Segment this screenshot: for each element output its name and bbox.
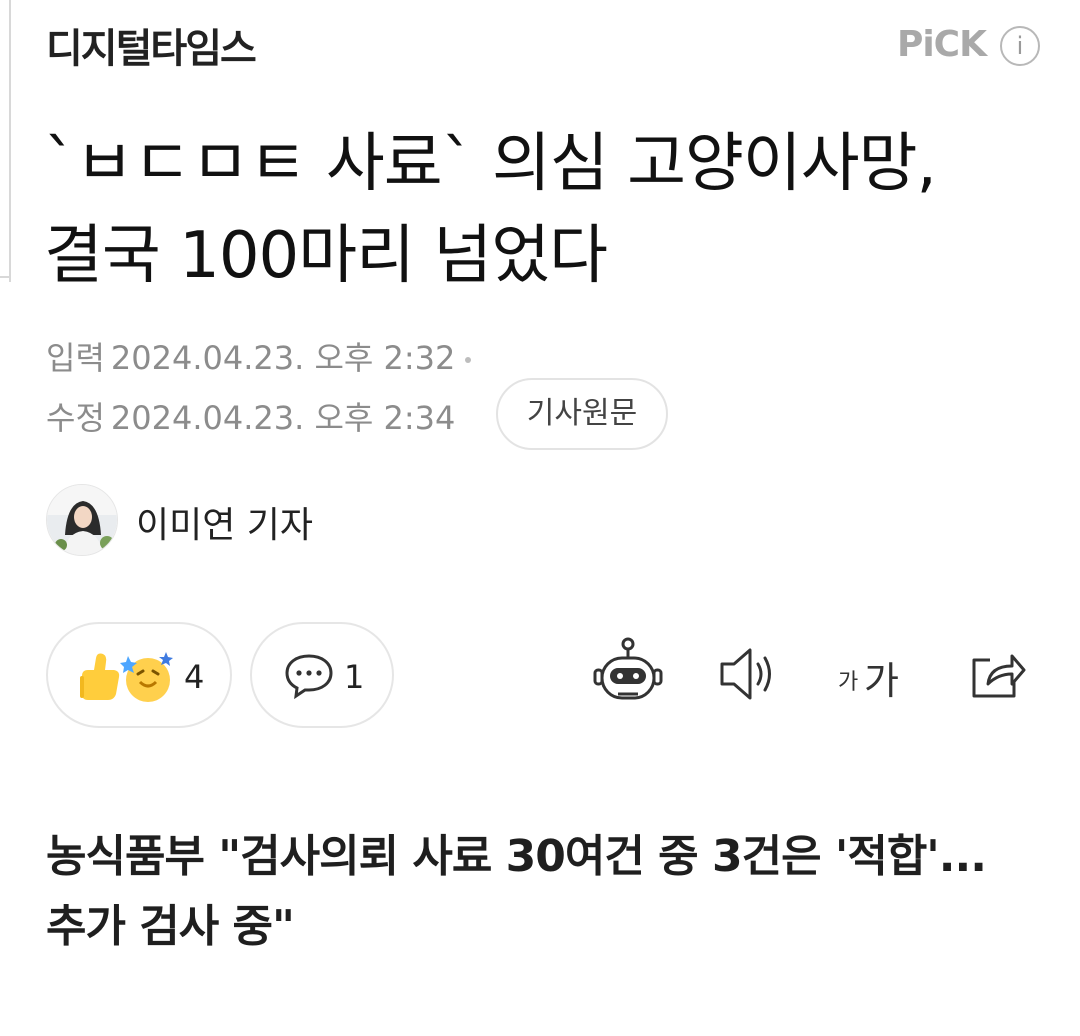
reporter-name[interactable]: 이미연 기자 — [136, 496, 313, 548]
share-button[interactable] — [968, 636, 1028, 712]
publisher-header: 디지털타임스 PiCK i — [46, 10, 1040, 72]
left-edge-divider — [9, 0, 11, 282]
font-size-icon-small: 가 — [838, 670, 859, 695]
article-title: `ㅂㄷㅁㅌ 사료` 의심 고양이사망, 결국 100마리 넘었다 — [44, 127, 937, 293]
summary-button[interactable] — [592, 636, 664, 712]
published-time: 2024.04.23. 오후 2:32 — [110, 339, 456, 377]
published-label: 입력 — [46, 339, 105, 377]
font-size-button[interactable]: 가 가 — [834, 636, 910, 712]
like-emoji-icon — [80, 652, 173, 702]
robot-summary-icon — [593, 637, 663, 700]
font-size-icon-large: 가 — [864, 659, 899, 703]
avatar-image — [47, 485, 117, 555]
info-icon[interactable]: i — [1000, 26, 1040, 66]
published-line: 입력 2024.04.23. 오후 2:32 — [46, 333, 472, 379]
modified-line: 수정 2024.04.23. 오후 2:34 — [46, 393, 455, 439]
modified-label: 수정 — [46, 399, 105, 437]
modified-time: 2024.04.23. 오후 2:34 — [110, 399, 456, 437]
original-article-button[interactable]: 기사원문 — [496, 378, 668, 450]
comment-icon — [285, 654, 333, 700]
article-subtitle: 농식품부 "검사의뢰 사료 30여건 중 3건은 '적합'...추가 검사 중" — [46, 831, 987, 952]
share-icon — [972, 654, 1026, 698]
reporter-avatar[interactable] — [46, 484, 118, 556]
speaker-icon — [720, 648, 771, 700]
reaction-button[interactable]: 4 — [46, 622, 232, 728]
comment-button[interactable]: 1 — [250, 622, 394, 728]
separator-dot — [465, 357, 472, 363]
tts-button[interactable] — [718, 636, 782, 712]
left-edge-tick — [0, 276, 10, 278]
info-icon-glyph: i — [1016, 32, 1024, 60]
pick-label: PiCK — [896, 24, 987, 65]
reaction-count: 4 — [184, 658, 205, 696]
comment-count: 1 — [344, 658, 365, 696]
publisher-logo[interactable]: 디지털타임스 — [46, 16, 257, 74]
